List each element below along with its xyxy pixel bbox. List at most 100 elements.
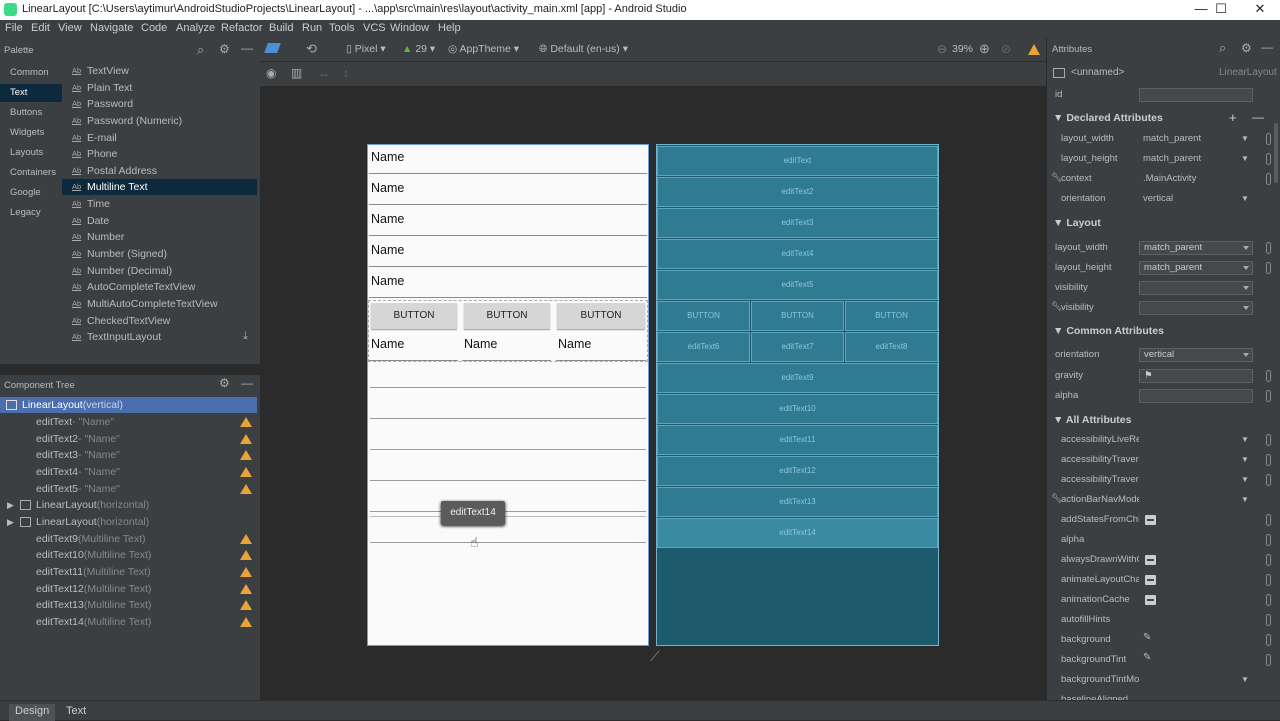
section-all[interactable]: ▼ All Attributes — [1053, 414, 1131, 426]
id-input[interactable] — [1139, 88, 1253, 102]
dropdown-arrow-icon[interactable]: ▼ — [1241, 194, 1249, 203]
toggle-icon[interactable] — [1145, 575, 1156, 585]
zoom-fit-icon[interactable]: ⊘ — [1001, 42, 1011, 56]
tree-row[interactable]: editText4- "Name" — [0, 464, 257, 480]
maximize-button[interactable]: ☐ — [1201, 0, 1241, 20]
layout-width-select[interactable]: match_parent — [1139, 241, 1253, 255]
add-icon[interactable]: + — [1229, 110, 1237, 125]
menu-vcs[interactable]: VCS — [363, 22, 386, 34]
palette-category-text[interactable]: Text — [0, 84, 62, 102]
attr-row[interactable]: animateLayoutCha — [1047, 570, 1273, 590]
palette-category-buttons[interactable]: Buttons — [0, 104, 62, 122]
name-input[interactable]: Name — [369, 272, 647, 298]
gear-icon[interactable]: ⚙ — [219, 376, 230, 390]
palette-item-selected[interactable]: Ab Multiline Text — [62, 179, 257, 195]
blueprint-row[interactable]: editText8 — [845, 332, 938, 362]
palette-item[interactable]: Ab Date — [62, 213, 257, 229]
scrollbar[interactable] — [1274, 123, 1278, 183]
dropdown-arrow-icon[interactable]: ▼ — [1241, 154, 1249, 163]
dropdown-arrow-icon[interactable]: ▼ — [1241, 675, 1249, 684]
attr-row[interactable]: animationCache — [1047, 590, 1273, 610]
attr-indicator[interactable] — [1266, 454, 1271, 466]
attr-row[interactable]: alpha — [1047, 530, 1273, 550]
warning-icon[interactable] — [240, 584, 252, 594]
preview-button[interactable]: BUTTON — [464, 303, 550, 329]
palette-item[interactable]: Ab Plain Text — [62, 80, 257, 96]
attr-row[interactable]: orientation vertical — [1047, 345, 1273, 365]
alpha-input[interactable] — [1139, 389, 1253, 403]
dropdown-arrow-icon[interactable]: ▼ — [1241, 475, 1249, 484]
palette-item[interactable]: Ab Password — [62, 96, 257, 112]
attr-row[interactable]: alwaysDrawnWithC — [1047, 550, 1273, 570]
tree-row[interactable]: editText11(Multiline Text) — [0, 564, 257, 580]
palette-item[interactable]: Ab TextView — [62, 63, 257, 79]
attr-indicator[interactable] — [1266, 514, 1271, 526]
blueprint-row[interactable]: editText4 — [657, 239, 938, 269]
menu-window[interactable]: Window — [390, 22, 429, 34]
tree-row[interactable]: editText2- "Name" — [0, 431, 257, 447]
blueprint-row[interactable]: editText13 — [657, 487, 938, 517]
attr-indicator[interactable] — [1266, 133, 1271, 145]
blueprint-row[interactable]: editText3 — [657, 208, 938, 238]
blueprint-row[interactable]: editText9 — [657, 363, 938, 393]
attr-indicator[interactable] — [1266, 434, 1271, 446]
attr-row[interactable]: baselineAligned — [1047, 690, 1273, 700]
search-icon[interactable]: ⌕ — [1219, 40, 1226, 56]
download-icon[interactable]: ⤓ — [243, 330, 248, 343]
attr-indicator[interactable] — [1266, 614, 1271, 626]
palette-item[interactable]: Ab Time — [62, 196, 257, 212]
palette-category-widgets[interactable]: Widgets — [0, 124, 62, 142]
attr-indicator[interactable] — [1266, 654, 1271, 666]
api-selector[interactable]: ▲ 29 ▾ — [402, 43, 435, 55]
attr-row[interactable]: visibility — [1047, 278, 1273, 298]
attr-indicator[interactable] — [1266, 534, 1271, 546]
horizontal-arrows-icon[interactable]: ↔ — [318, 66, 330, 80]
toggle-icon[interactable] — [1145, 595, 1156, 605]
orientation-icon[interactable]: ⟲ — [306, 41, 317, 57]
tree-row[interactable]: editText3- "Name" — [0, 447, 257, 463]
minimize-panel-icon[interactable]: — — [241, 41, 253, 55]
palette-category-containers[interactable]: Containers — [0, 164, 62, 182]
name-input[interactable]: Name — [369, 335, 458, 361]
minimize-panel-icon[interactable]: — — [1261, 40, 1273, 54]
expand-arrow-icon[interactable]: ▶ — [7, 497, 14, 513]
name-input[interactable]: Name — [462, 335, 551, 361]
attr-indicator[interactable] — [1266, 370, 1271, 382]
warning-icon[interactable] — [1028, 44, 1040, 55]
name-input[interactable]: Name — [556, 335, 646, 361]
dropdown-arrow-icon[interactable]: ▼ — [1241, 455, 1249, 464]
blueprint-row[interactable]: editText7 — [751, 332, 844, 362]
attr-indicator[interactable] — [1266, 153, 1271, 165]
palette-item[interactable]: Ab TextInputLayout — [62, 329, 257, 345]
warning-icon[interactable] — [240, 484, 252, 494]
tree-row-root[interactable]: LinearLayout(vertical) — [0, 397, 257, 413]
attr-row[interactable]: backgroundTintMo ▼ — [1047, 670, 1273, 690]
menu-navigate[interactable]: Navigate — [90, 22, 133, 34]
tree-row[interactable]: ▶ LinearLayout(horizontal) — [0, 514, 257, 530]
attr-row[interactable]: addStatesFromChil — [1047, 510, 1273, 530]
attr-row[interactable]: orientation vertical ▼ — [1047, 189, 1273, 209]
palette-item[interactable]: Ab CheckedTextView — [62, 313, 257, 329]
palette-item[interactable]: Ab Password (Numeric) — [62, 113, 257, 129]
palette-item[interactable]: Ab AutoCompleteTextView — [62, 279, 257, 295]
attr-row[interactable]: layout_height match_parent ▼ — [1047, 149, 1273, 169]
palette-item[interactable]: Ab Number (Signed) — [62, 246, 257, 262]
resize-handle-icon[interactable]: ⟋ — [650, 648, 660, 665]
gear-icon[interactable]: ⚙ — [219, 42, 230, 56]
palette-category-common[interactable]: Common — [0, 64, 62, 82]
remove-icon[interactable]: — — [1252, 110, 1264, 124]
attr-row[interactable]: 🔧︎ visibility — [1047, 298, 1273, 318]
attr-row[interactable]: autofillHints — [1047, 610, 1273, 630]
attr-indicator[interactable] — [1266, 262, 1271, 274]
warning-icon[interactable] — [240, 550, 252, 560]
multiline-input[interactable] — [370, 511, 646, 512]
warning-icon[interactable] — [240, 450, 252, 460]
toggle-icon[interactable] — [1145, 515, 1156, 525]
menu-file[interactable]: File — [5, 22, 23, 34]
attr-row[interactable]: accessibilityTravers ▼ — [1047, 450, 1273, 470]
name-input[interactable]: Name — [369, 179, 647, 205]
blueprint-row[interactable]: editText12 — [657, 456, 938, 486]
tools-visibility-select[interactable] — [1139, 301, 1253, 315]
warning-icon[interactable] — [240, 534, 252, 544]
blueprint-button[interactable]: BUTTON — [845, 301, 938, 331]
